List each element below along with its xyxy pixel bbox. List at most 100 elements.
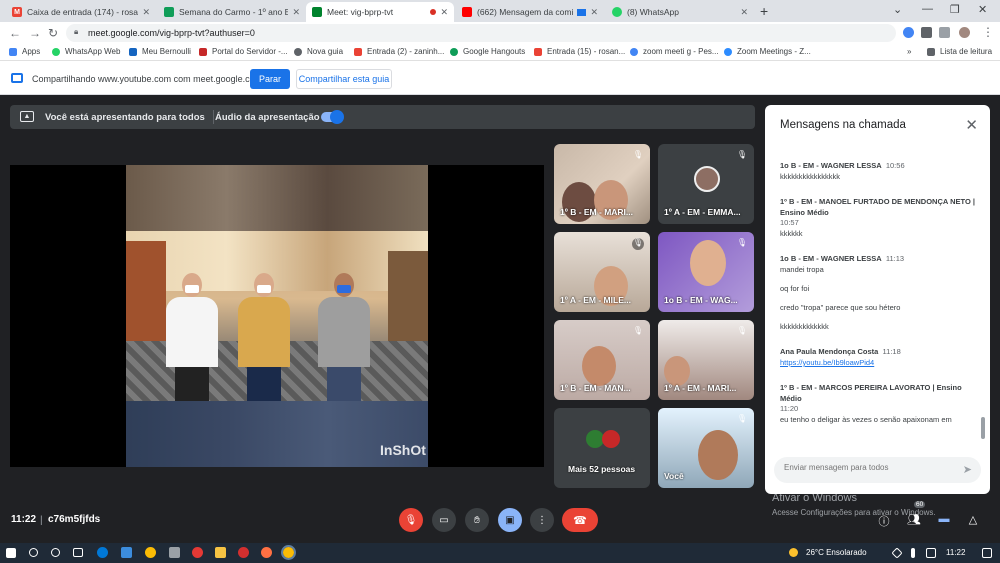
message-time: 10:56 bbox=[885, 161, 905, 170]
chrome-active-icon[interactable] bbox=[281, 545, 296, 560]
task-view-icon[interactable] bbox=[73, 548, 83, 557]
tab-gmail[interactable]: M Caixa de entrada (174) - rosane@ ✕ bbox=[6, 2, 156, 22]
message-link[interactable]: https://youtu.be/Ib9loawPid4 bbox=[780, 357, 980, 368]
muted-mic-icon: 🎙︎ bbox=[736, 326, 748, 335]
camera-off-button[interactable]: ▭ bbox=[432, 508, 456, 532]
send-icon[interactable]: ➤ bbox=[963, 463, 972, 476]
participant-tile[interactable]: 🎙︎ 1º B - EM - MARI... bbox=[554, 144, 650, 224]
close-icon[interactable]: ✕ bbox=[292, 7, 300, 18]
tab-whatsapp[interactable]: (8) WhatsApp ✕ bbox=[606, 2, 754, 22]
chat-scrollbar[interactable] bbox=[981, 417, 985, 439]
end-call-button[interactable]: ☎︎ bbox=[562, 508, 598, 532]
bookmark-nova-guia[interactable]: Nova guia bbox=[294, 47, 343, 56]
network-icon[interactable] bbox=[926, 548, 936, 558]
address-bar[interactable]: 🔒︎ meet.google.com/vig-bprp-tvt?authuser… bbox=[66, 24, 896, 42]
chat-input[interactable] bbox=[784, 463, 954, 472]
minimize-icon[interactable]: — bbox=[922, 3, 933, 15]
tab-search-icon[interactable]: ⌄ bbox=[893, 3, 902, 16]
close-icon[interactable]: ✕ bbox=[740, 7, 748, 18]
muted-mic-icon: 🎙︎ bbox=[632, 326, 644, 335]
bookmark-apps[interactable]: Apps bbox=[9, 47, 40, 56]
puzzle-icon[interactable] bbox=[921, 27, 932, 38]
tab-strip: M Caixa de entrada (174) - rosane@ ✕ Sem… bbox=[0, 0, 1000, 22]
firefox-icon[interactable] bbox=[261, 547, 272, 558]
forward-icon[interactable]: → bbox=[29, 26, 41, 40]
browser-toolbar: ← → ↻ 🔒︎ meet.google.com/vig-bprp-tvt?au… bbox=[0, 22, 1000, 44]
chat-input-box[interactable]: ➤ bbox=[774, 457, 981, 483]
system-clock[interactable]: 11:22 bbox=[946, 548, 965, 557]
bookmark-hangouts[interactable]: Google Hangouts bbox=[450, 47, 525, 56]
whatsapp-icon bbox=[612, 7, 622, 17]
close-icon[interactable]: ✕ bbox=[440, 7, 448, 18]
bookmark-entrada-zaninh[interactable]: Entrada (2) - zaninh... bbox=[354, 47, 444, 56]
participant-tile[interactable]: 🎙︎ 1º A - EM - MARI... bbox=[658, 320, 754, 400]
bookmark-entrada-rosan[interactable]: Entrada (15) - rosan... bbox=[534, 47, 625, 56]
message-sender: 1o B - EM - WAGNER LESSA bbox=[780, 161, 882, 170]
bookmark-portal[interactable]: Portal do Servidor -... bbox=[199, 47, 288, 56]
reload-icon[interactable]: ↻ bbox=[48, 26, 58, 40]
participant-tile[interactable]: 🎙︎ 1º A - EM - MILE... bbox=[554, 232, 650, 312]
cortana-icon[interactable] bbox=[51, 548, 60, 557]
opera-icon[interactable] bbox=[192, 547, 203, 558]
people-icon[interactable]: 👥︎ bbox=[907, 513, 921, 527]
close-icon[interactable]: ✕ bbox=[965, 116, 978, 134]
chat-message: Ana Paula Mendonça Costa 11:18 https://y… bbox=[780, 346, 980, 368]
tab-classroom[interactable]: Semana do Carmo - 1º ano EM - ✕ bbox=[158, 2, 306, 22]
more-bookmarks-button[interactable]: » bbox=[907, 47, 911, 56]
folder-icon[interactable] bbox=[215, 547, 226, 558]
message-text: credo "tropa" parece que sou hétero bbox=[780, 303, 901, 312]
new-tab-button[interactable]: + bbox=[760, 3, 768, 19]
participant-tile[interactable]: 🎙︎ 1º B - EM - MAN... bbox=[554, 320, 650, 400]
participant-name: 1º B - EM - MAN... bbox=[560, 383, 631, 393]
windows-start-icon[interactable] bbox=[6, 548, 16, 558]
search-icon[interactable] bbox=[29, 548, 38, 557]
share-this-tab-button[interactable]: Compartilhar esta guia bbox=[296, 69, 392, 89]
store-icon[interactable] bbox=[121, 547, 132, 558]
tab-title: Meet: vig-bprp-tvt bbox=[327, 7, 394, 17]
chat-icon[interactable]: ▬ bbox=[937, 513, 951, 527]
present-now-button[interactable]: ▣ bbox=[498, 508, 522, 532]
bookmarks-bar: Apps WhatsApp Web Meu Bernoulli Portal d… bbox=[0, 44, 1000, 61]
close-window-icon[interactable]: ✕ bbox=[978, 3, 987, 16]
casting-icon bbox=[577, 8, 587, 16]
maximize-icon[interactable]: ❐ bbox=[950, 3, 960, 16]
stop-sharing-button[interactable]: Parar bbox=[250, 69, 290, 89]
back-icon[interactable]: ← bbox=[9, 26, 21, 40]
body bbox=[238, 297, 290, 367]
tab-youtube[interactable]: (662) Mensagem da comissã ✕ bbox=[456, 2, 604, 22]
raise-hand-button[interactable]: ✋︎ bbox=[465, 508, 489, 532]
app-icon[interactable] bbox=[169, 547, 180, 558]
screen-share-bar: Compartilhando www.youtube.com com meet.… bbox=[0, 61, 1000, 95]
avatar[interactable] bbox=[959, 27, 970, 38]
meeting-details-icon[interactable]: ⓘ bbox=[877, 513, 891, 528]
bookmark-zoom[interactable]: Zoom Meetings - Z... bbox=[724, 47, 811, 56]
tray-up-icon[interactable] bbox=[891, 547, 903, 559]
reading-list[interactable]: Lista de leitura bbox=[927, 47, 992, 56]
notifications-icon[interactable] bbox=[982, 548, 992, 558]
more-participants-tile[interactable]: Mais 52 pessoas bbox=[554, 408, 650, 488]
message-sender: 1º B - EM - MARCOS PEREIRA LAVORATO | En… bbox=[780, 383, 962, 403]
extension-icon[interactable] bbox=[903, 27, 914, 38]
edge-icon[interactable] bbox=[97, 547, 108, 558]
menu-icon[interactable]: ⋮ bbox=[982, 25, 994, 39]
self-tile[interactable]: 🎙︎ Você bbox=[658, 408, 754, 488]
bookmark-whatsapp[interactable]: WhatsApp Web bbox=[52, 47, 120, 56]
tab-meet[interactable]: Meet: vig-bprp-tvt ✕ bbox=[306, 2, 454, 22]
activities-icon[interactable]: △ bbox=[966, 513, 980, 527]
media-icon[interactable] bbox=[939, 27, 950, 38]
chrome-icon[interactable] bbox=[145, 547, 156, 558]
message-sender: 1o B - EM - WAGNER LESSA bbox=[780, 254, 882, 263]
weather-widget[interactable]: 26°C Ensolarado bbox=[806, 548, 867, 557]
mic-off-button[interactable]: 🎙︎ bbox=[399, 508, 423, 532]
opera-gx-icon[interactable] bbox=[238, 547, 249, 558]
bookmark-bernoulli[interactable]: Meu Bernoulli bbox=[129, 47, 191, 56]
bookmark-zoom-search[interactable]: zoom meeti g - Pes... bbox=[630, 47, 719, 56]
close-icon[interactable]: ✕ bbox=[142, 7, 150, 18]
participant-tile[interactable]: 🎙︎ 1o B - EM - WAG... bbox=[658, 232, 754, 312]
participant-tile[interactable]: 🎙︎ 1º A - EM - EMMA... bbox=[658, 144, 754, 224]
close-icon[interactable]: ✕ bbox=[590, 7, 598, 18]
chat-panel: Mensagens na chamada ✕ 1o B - EM - WAGNE… bbox=[765, 105, 990, 494]
more-options-button[interactable]: ⋮ bbox=[530, 508, 554, 532]
portal-icon bbox=[199, 47, 207, 56]
presentation-audio-toggle[interactable] bbox=[321, 110, 344, 124]
